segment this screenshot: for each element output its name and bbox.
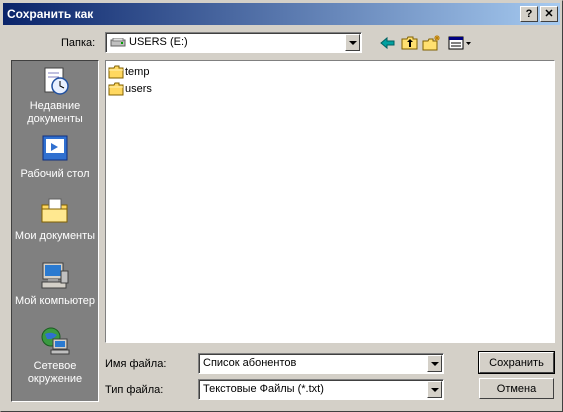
desktop-icon [42, 135, 68, 161]
save-button[interactable]: Сохранить [478, 351, 555, 374]
filename-dropdown-arrow[interactable] [427, 355, 442, 372]
window-title: Сохранить как [7, 7, 94, 21]
save-as-dialog: Сохранить как ? ✕ Папка: USERS (E:) Неда… [0, 0, 563, 412]
network-icon [41, 327, 70, 355]
place-label: Сетевое окружение [27, 360, 83, 385]
folder-name: temp [125, 66, 150, 78]
back-button[interactable] [378, 34, 398, 52]
filename-label: Имя файла: [105, 358, 167, 370]
help-button[interactable]: ? [520, 6, 538, 22]
folder-icon [108, 82, 124, 96]
location-combo[interactable]: USERS (E:) [105, 32, 362, 53]
title-bar[interactable]: Сохранить как ? ✕ [3, 3, 560, 25]
new-folder-icon [422, 35, 440, 51]
up-folder-icon [401, 36, 418, 50]
location-label: Папка: [61, 37, 96, 49]
location-dropdown-arrow[interactable] [345, 34, 360, 51]
up-folder-button[interactable] [400, 34, 420, 52]
drive-icon [110, 38, 126, 47]
place-label: Мои документы [14, 230, 96, 242]
place-label: Недавние документы [27, 100, 83, 125]
filetype-dropdown-arrow[interactable] [427, 381, 442, 398]
view-list-icon [448, 36, 471, 50]
place-network[interactable]: Сетевое окружение [12, 325, 98, 386]
place-label: Мой компьютер [14, 295, 96, 307]
close-button[interactable]: ✕ [540, 6, 558, 22]
back-arrow-icon [380, 36, 395, 50]
filetype-value: Текстовые Файлы (*.txt) [203, 383, 324, 395]
folder-name: users [125, 83, 152, 95]
place-my-documents[interactable]: Мои документы [12, 195, 98, 243]
place-desktop[interactable]: Рабочий стол [12, 133, 98, 181]
place-label: Рабочий стол [20, 168, 90, 180]
places-bar: Недавние документы Рабочий стол Мои доку… [11, 60, 99, 402]
place-my-computer[interactable]: Мой компьютер [12, 260, 98, 308]
filetype-label: Тип файла: [105, 384, 164, 396]
location-value: USERS (E:) [129, 36, 188, 48]
my-documents-icon [41, 198, 68, 223]
new-folder-button[interactable] [422, 34, 442, 52]
place-recent-documents[interactable]: Недавние документы [12, 65, 98, 126]
recent-documents-icon [44, 67, 69, 95]
folder-icon [108, 65, 124, 79]
filetype-select[interactable]: Текстовые Файлы (*.txt) [198, 379, 444, 400]
file-list[interactable]: temp users [105, 60, 555, 343]
my-computer-icon [41, 262, 69, 289]
view-menu-button[interactable] [447, 34, 473, 52]
filename-value: Список абонентов [203, 357, 297, 369]
filename-input[interactable]: Список абонентов [198, 353, 444, 374]
cancel-button[interactable]: Отмена [479, 378, 554, 399]
